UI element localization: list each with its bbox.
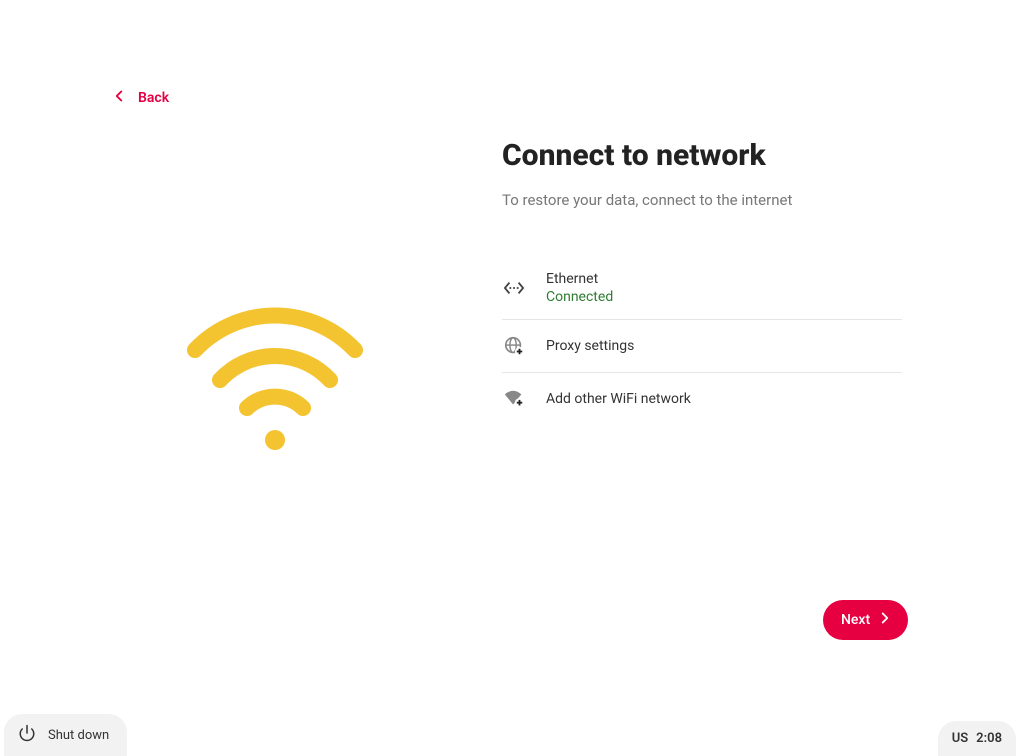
bottom-bar: Shut down US 2:08 (0, 718, 1020, 756)
wifi-illustration (150, 300, 400, 464)
ethernet-icon (502, 276, 526, 300)
page-title: Connect to network (502, 138, 902, 173)
ethernet-label: Ethernet (546, 271, 613, 287)
proxy-label: Proxy settings (546, 338, 634, 354)
time-label: 2:08 (976, 731, 1002, 746)
network-list: Ethernet Connected Proxy settings (502, 257, 902, 425)
ethernet-status: Connected (546, 289, 613, 305)
next-label: Next (841, 612, 870, 628)
shutdown-label: Shut down (48, 728, 109, 743)
locale-label: US (952, 731, 968, 746)
back-button[interactable]: Back (110, 87, 169, 109)
network-item-add-wifi[interactable]: Add other WiFi network (502, 373, 902, 425)
add-wifi-label: Add other WiFi network (546, 391, 691, 407)
network-item-proxy[interactable]: Proxy settings (502, 320, 902, 373)
chevron-left-icon (110, 87, 128, 109)
back-label: Back (138, 90, 169, 106)
shutdown-button[interactable]: Shut down (4, 714, 127, 756)
page-subtitle: To restore your data, connect to the int… (502, 191, 902, 209)
power-icon (18, 724, 36, 746)
status-pill[interactable]: US 2:08 (938, 721, 1016, 756)
globe-add-icon (502, 334, 526, 358)
wifi-add-icon (502, 387, 526, 411)
next-button[interactable]: Next (823, 600, 908, 640)
chevron-right-icon (876, 609, 894, 631)
network-item-ethernet[interactable]: Ethernet Connected (502, 257, 902, 320)
